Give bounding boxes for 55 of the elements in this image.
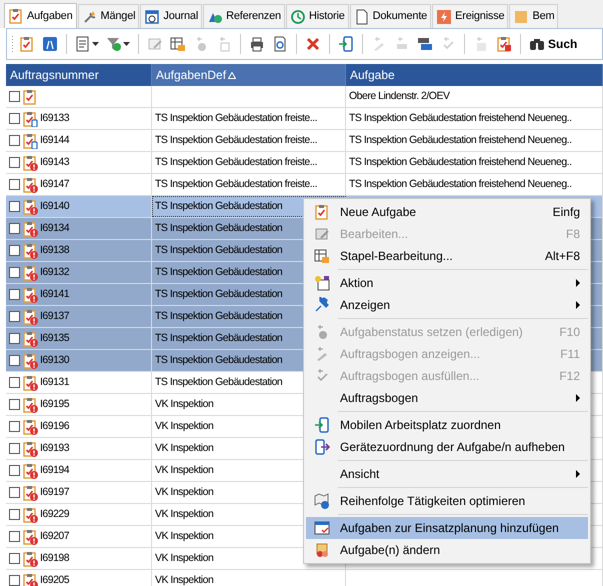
task-definition: TS Inspektion Gebäudestation freiste...: [155, 154, 318, 170]
task-definition: VK Inspektion: [155, 506, 214, 522]
shortcut: F12: [559, 368, 580, 385]
shortcut: F8: [566, 226, 580, 243]
order-number: I69193: [40, 440, 70, 456]
order-number: I69131: [40, 374, 70, 390]
task-definition: TS Inspektion Gebäudestation: [155, 220, 282, 236]
task-name: Obere Lindenstr. 2/OEV: [349, 88, 450, 104]
task-definition: TS Inspektion Gebäudestation freiste...: [155, 132, 318, 148]
order-number: I69144: [40, 132, 70, 148]
order-number: I69133: [40, 110, 70, 126]
task-definition: TS Inspektion Gebäudestation: [155, 330, 282, 346]
task-definition: VK Inspektion: [155, 528, 214, 544]
task-definition: VK Inspektion: [155, 550, 214, 566]
task-definition: TS Inspektion Gebäudestation: [155, 374, 282, 390]
task-definition: TS Inspektion Gebäudestation: [155, 198, 282, 214]
order-number: I69197: [40, 484, 70, 500]
task-name: TS Inspektion Gebäudestation freistehend Neueneg..: [349, 176, 572, 192]
order-number: I69229: [40, 506, 70, 522]
task-definition: TS Inspektion Gebäudestation: [155, 264, 282, 280]
shortcut: Alt+F8: [544, 248, 580, 265]
shortcut: Einfg: [552, 204, 580, 221]
order-number: I69135: [40, 330, 70, 346]
task-definition: TS Inspektion Gebäudestation: [155, 242, 282, 258]
task-name: TS Inspektion Gebäudestation freistehend Neueneg..: [349, 132, 572, 148]
order-number: I69194: [40, 462, 70, 478]
task-definition: VK Inspektion: [155, 396, 214, 412]
order-number: I69147: [40, 176, 70, 192]
order-number: I69196: [40, 418, 70, 434]
task-definition: TS Inspektion Gebäudestation: [155, 286, 282, 302]
task-definition: VK Inspektion: [155, 418, 214, 434]
task-definition: TS Inspektion Gebäudestation: [155, 308, 282, 324]
order-number: I69207: [40, 528, 70, 544]
order-number: I69130: [40, 352, 70, 368]
order-number: I69205: [40, 572, 70, 586]
task-definition: TS Inspektion Gebäudestation freiste...: [155, 110, 318, 126]
task-definition: TS Inspektion Gebäudestation: [155, 352, 282, 368]
task-definition: TS Inspektion Gebäudestation freiste...: [155, 176, 318, 192]
task-definition: VK Inspektion: [155, 572, 214, 586]
order-number: I69143: [40, 154, 70, 170]
order-number: I69198: [40, 550, 70, 566]
task-definition: VK Inspektion: [155, 462, 214, 478]
order-number: I69195: [40, 396, 70, 412]
order-number: I69140: [40, 198, 70, 214]
task-name: TS Inspektion Gebäudestation freistehend Neueneg..: [349, 154, 572, 170]
shortcut: F10: [559, 324, 580, 341]
shortcut: F11: [560, 346, 580, 363]
task-definition: VK Inspektion: [155, 440, 214, 456]
order-number: I69141: [40, 286, 70, 302]
order-number: I69138: [40, 242, 70, 258]
order-number: I69134: [40, 220, 70, 236]
order-number: I69132: [40, 264, 70, 280]
task-definition: VK Inspektion: [155, 484, 214, 500]
order-number: I69137: [40, 308, 70, 324]
task-name: TS Inspektion Gebäudestation freistehend Neueneg..: [349, 110, 572, 126]
